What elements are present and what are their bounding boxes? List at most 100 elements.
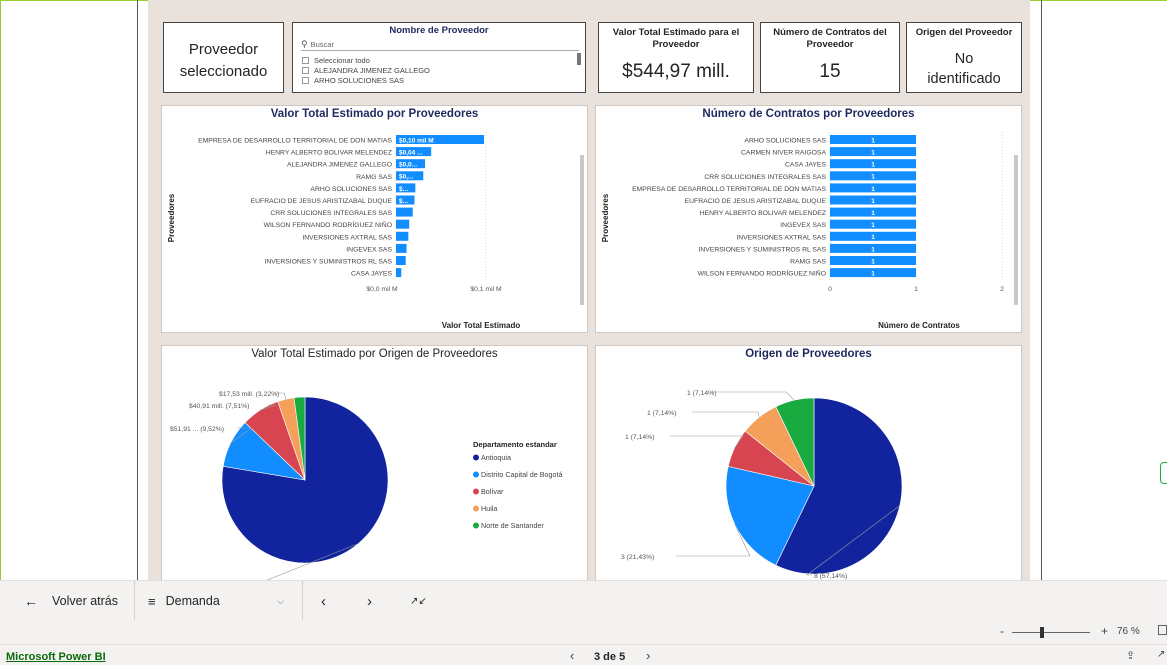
slicer-search[interactable]: ⚲ Buscar [301, 39, 579, 51]
selected-supplier-card: Proveedor seleccionado [163, 22, 284, 93]
category-label: INVERSIONES Y SUMINISTROS RL SAS [264, 259, 392, 266]
tick-label: 1 [914, 286, 918, 293]
data-label: 1 [871, 222, 875, 229]
prev-page-icon[interactable]: ‹ [570, 648, 574, 663]
bar [396, 207, 413, 217]
powerbi-link[interactable]: Microsoft Power BI [6, 651, 106, 663]
contracts-value: 15 [819, 61, 841, 82]
bar [396, 231, 409, 241]
legend-marker [473, 488, 479, 495]
data-label: 1 (7,14%) [647, 410, 676, 417]
category-label: HENRY ALBERTO BOLIVAR MELENDEZ [700, 210, 826, 217]
suppliers-by-origin-pie[interactable]: Origen de Proveedores 8 (57,14%) 3 (21,43… [595, 345, 1022, 581]
tick-label: 0 [828, 286, 832, 293]
legend-label: Norte de Santander [481, 521, 544, 530]
scrollbar [580, 155, 584, 305]
legend-title: Departamento estandar [473, 440, 557, 449]
back-button[interactable]: ← Volver atrás [24, 581, 118, 621]
bar [396, 219, 410, 229]
share-icon[interactable]: ⇪ [1126, 649, 1135, 662]
zoom-plus-button[interactable]: + [1101, 624, 1108, 638]
page-navigation-bar: ← Volver atrás ≡ Demanda ⌵ ‹ › ↗↙ [0, 580, 1167, 621]
category-label: CASA JAYES [785, 162, 827, 169]
slicer-item[interactable]: Seleccionar todo [302, 55, 572, 65]
data-label: 1 [871, 271, 875, 278]
next-page-icon[interactable]: › [646, 648, 650, 663]
tick-label: $0,0 mil M [366, 286, 398, 293]
data-label: 1 [871, 198, 875, 205]
frame-divider-left [137, 0, 138, 580]
bar [396, 256, 406, 265]
data-label: 1 (7,14%) [687, 390, 716, 397]
pie-chart-svg: 8 (57,14%) 3 (21,43%) 1 (7,14%) 1 (7,14%) 1 … [621, 390, 903, 580]
data-label: 8 (57,14%) [814, 573, 847, 580]
data-label: $17,53 mill. (3,22%) [219, 391, 279, 398]
category-label: ARHO SOLUCIONES SAS [744, 138, 826, 145]
axis-title: Proveedores [601, 193, 610, 242]
category-label: WILSON FERNANDO RODRÍGUEZ NIÑO [698, 269, 826, 278]
data-label: $0,04 ... [399, 150, 423, 157]
report-canvas: Proveedor seleccionado Nombre de Proveed… [148, 0, 1030, 582]
legend-marker [473, 471, 479, 478]
category-label: INVERSIONES AXTRAL SAS [736, 234, 826, 241]
category-label: HENRY ALBERTO BOLIVAR MELENDEZ [266, 150, 392, 157]
data-label: 1 [871, 162, 875, 169]
contracts-by-supplier-chart[interactable]: Número de Contratos por Proveedores Prov… [595, 105, 1022, 333]
data-label: $51,91 ... (9,52%) [170, 426, 224, 433]
category-label: CRR SOLUCIONES INTEGRALES SAS [704, 174, 826, 181]
slicer-item-label: Seleccionar todo [314, 55, 370, 65]
expand-icon[interactable]: ↗ [1157, 649, 1165, 660]
legend-label: Antioquia [481, 453, 511, 462]
data-label: $0,... [399, 174, 414, 181]
category-label: CARMEN NIVER RAIGOSA [741, 150, 826, 157]
data-label: 1 [871, 137, 875, 144]
checkbox[interactable] [302, 76, 309, 84]
checkbox[interactable] [302, 66, 309, 74]
data-label: 1 [871, 210, 875, 217]
slicer-item-label: ALEJANDRA JIMENEZ GALLEGO [314, 65, 430, 75]
bar [396, 243, 407, 253]
category-label: INGEVEX SAS [780, 222, 826, 229]
zoom-slider-thumb[interactable] [1040, 627, 1044, 638]
checkbox[interactable] [302, 56, 309, 64]
contracts-card: Número de Contratos del Proveedor 15 [760, 22, 900, 93]
data-label: $40,91 mill. (7,51%) [189, 403, 249, 410]
total-value: $544,97 mill. [622, 61, 730, 82]
data-label: 1 (7,14%) [625, 434, 654, 441]
slicer-list: Seleccionar todo ALEJANDRA JIMENEZ GALLE… [302, 55, 572, 85]
legend-marker [473, 505, 479, 512]
previous-page-button[interactable]: ‹ [321, 581, 326, 621]
fullscreen-exit-button[interactable]: ↗↙ [410, 581, 427, 621]
supplier-slicer[interactable]: Nombre de Proveedor ⚲ Buscar Seleccionar… [292, 22, 586, 93]
slicer-item[interactable]: ARHO SOLUCIONES SAS [302, 75, 572, 85]
data-label: $... [399, 186, 408, 193]
zoom-level: 76 % [1117, 626, 1140, 637]
data-label: 3 (21,43%) [621, 554, 654, 561]
contracts-title: Número de Contratos del Proveedor [773, 27, 887, 50]
total-value-card: Valor Total Estimado para el Proveedor $… [598, 22, 754, 93]
fit-page-icon[interactable] [1158, 625, 1167, 635]
category-label: CRR SOLUCIONES INTEGRALES SAS [270, 210, 392, 217]
category-label: ARHO SOLUCIONES SAS [310, 186, 392, 193]
data-label: $0,10 mil M [399, 137, 434, 144]
scrollbar [1014, 155, 1018, 305]
legend-label: Bolívar [481, 487, 504, 496]
next-page-button[interactable]: › [367, 581, 372, 621]
zoom-minus-button[interactable]: - [1000, 624, 1004, 638]
data-label: 1 [871, 258, 875, 265]
category-label: EUFRACIO DE JESUS ARISTIZABAL DUQUE [685, 198, 827, 205]
origin-card: Origen del Proveedor No identificado [906, 22, 1022, 93]
zoom-slider-track[interactable] [1012, 632, 1090, 633]
slicer-item[interactable]: ALEJANDRA JIMENEZ GALLEGO [302, 65, 572, 75]
legend-label: Distrito Capital de Bogotá [481, 470, 563, 479]
total-value-title: Valor Total Estimado para el Proveedor [612, 27, 740, 50]
chevron-right-icon: › [367, 592, 372, 610]
page-selector-label: Demanda [165, 594, 220, 608]
axis-title: Número de Contratos [878, 321, 960, 330]
value-by-supplier-chart[interactable]: Valor Total Estimado por Proveedores Pro… [161, 105, 588, 333]
value-by-origin-pie[interactable]: Valor Total Estimado por Origen de Prove… [161, 345, 588, 582]
slicer-scrollbar[interactable] [577, 53, 581, 65]
page-selector[interactable]: ≡ Demanda ⌵ [148, 581, 298, 621]
data-label: 1 [871, 234, 875, 241]
edge-widget [1160, 462, 1167, 484]
